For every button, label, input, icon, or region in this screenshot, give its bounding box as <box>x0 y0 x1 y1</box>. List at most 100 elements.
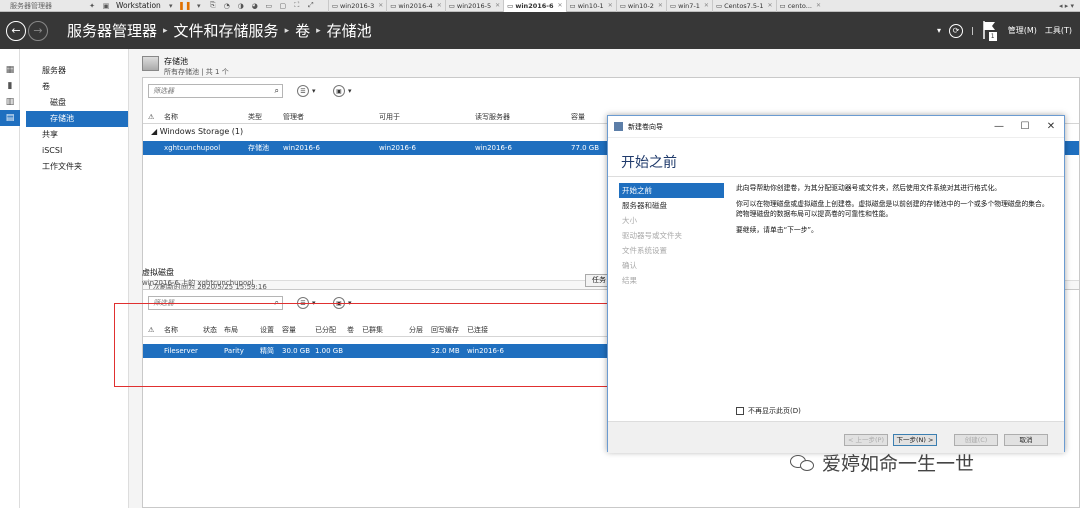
section-subtitle: win2016-6 上的 xghtcunchupool <box>142 279 254 287</box>
tab-scroll-arrows[interactable]: ◂ ▸ ▾ <box>1059 2 1080 10</box>
vm-icon: ▭ <box>715 1 723 10</box>
search-icon[interactable]: ⌕ <box>275 85 279 97</box>
vm-tab[interactable]: ▭ Centos7.5-1 ✕ <box>711 0 776 12</box>
nav-item[interactable]: iSCSI <box>20 143 128 159</box>
cancel-button[interactable]: 取消 <box>1004 434 1048 446</box>
vm-tab[interactable]: ▭ win2016-4 ✕ <box>386 0 444 12</box>
workstation-menu[interactable]: Workstation <box>113 1 164 10</box>
col-header[interactable]: 设置 <box>260 323 274 337</box>
create-button[interactable]: 创建(C) <box>954 434 998 446</box>
nav-item[interactable]: 卷 <box>20 79 128 95</box>
pool-filter-input[interactable]: 筛选器 ⌕ <box>148 84 283 98</box>
close-icon[interactable]: ✕ <box>1038 121 1064 132</box>
save-query-button[interactable]: ▣ ▾ <box>333 85 352 97</box>
breadcrumb-item[interactable]: 服务器管理器 <box>67 20 157 41</box>
col-header[interactable]: 分层 <box>409 323 423 337</box>
refresh-icon[interactable]: ⟳ <box>949 23 963 38</box>
vm-tab[interactable]: ▭ win2016-5 ✕ <box>444 0 503 12</box>
vm-tab[interactable]: ▭ win10-1 ✕ <box>565 0 616 12</box>
search-icon[interactable]: ⌕ <box>275 297 279 309</box>
tools-menu[interactable]: 工具(T) <box>1045 25 1072 36</box>
storage-pools-header: 存储池 所有存储池 | 共 1 个 <box>142 56 229 77</box>
nav-item[interactable]: 服务器 <box>20 63 128 79</box>
vm-icon: ▭ <box>507 1 514 10</box>
col-header[interactable]: 卷 <box>347 323 354 337</box>
col-header[interactable]: 已分配 <box>315 323 336 337</box>
body-paragraph: 你可以在物理磁盘或虚拟磁盘上创建卷。虚拟磁盘是以前创建的存储池中的一个或多个物理… <box>736 200 1049 218</box>
manage-snapshots-icon[interactable]: ◕ <box>250 1 260 10</box>
nav-item[interactable]: 工作文件夹 <box>20 159 128 175</box>
previous-button[interactable]: < 上一步(P) <box>844 434 888 446</box>
wizard-step[interactable]: 服务器和磁盘 <box>619 198 724 213</box>
col-header[interactable]: 类型 <box>248 110 262 124</box>
close-tab-icon[interactable]: ✕ <box>558 2 563 9</box>
close-tab-icon[interactable]: ✕ <box>658 2 663 9</box>
vm-tab[interactable]: ▭ win7-1 ✕ <box>665 0 712 12</box>
revert-snapshot-icon[interactable]: ◑ <box>236 1 246 10</box>
col-header[interactable]: 名称 <box>164 323 178 337</box>
col-header[interactable]: 名称 <box>164 110 178 124</box>
close-tab-icon[interactable]: ✕ <box>378 2 383 9</box>
nav-item[interactable]: 共享 <box>20 127 128 143</box>
unity-icon[interactable]: ▢ <box>278 1 288 10</box>
dashboard-icon[interactable]: ▦ <box>0 62 20 78</box>
refresh-dropdown-icon[interactable]: ▾ <box>937 26 941 35</box>
close-tab-icon[interactable]: ✕ <box>816 2 821 9</box>
close-tab-icon[interactable]: ✕ <box>768 2 773 9</box>
pause-icon[interactable]: ❚❚ <box>178 1 191 10</box>
col-header[interactable]: 管理者 <box>283 110 304 124</box>
close-tab-icon[interactable]: ✕ <box>437 2 442 9</box>
stretch-icon[interactable]: ⤢ <box>306 1 316 10</box>
notifications-flag-icon[interactable]: 1 <box>982 20 1000 42</box>
nav-item[interactable]: 存储池 <box>26 111 128 127</box>
dropdown-icon[interactable]: ▾ <box>166 1 176 10</box>
vm-tab[interactable]: ▭ win10-2 ✕ <box>615 0 666 12</box>
forward-button[interactable]: → <box>28 20 48 41</box>
vm-tab[interactable]: ▭ win2016-3 ✕ <box>327 0 386 12</box>
close-tab-icon[interactable]: ✕ <box>704 2 709 9</box>
vm-tab[interactable]: ▭ win2016-6 ✕ <box>503 0 566 12</box>
save-query-button[interactable]: ▣ ▾ <box>333 297 352 309</box>
col-header[interactable]: 容量 <box>282 323 296 337</box>
vdisk-table-header: ⚠ 名称 状态 布局 设置 容量 已分配 卷 已群集 分层 回写缓存 已连接 <box>143 323 613 337</box>
vm-icon: ▭ <box>669 1 677 10</box>
manage-menu[interactable]: 管理(M) <box>1008 25 1037 36</box>
col-header[interactable]: 布局 <box>224 323 238 337</box>
close-tab-icon[interactable]: ✕ <box>495 2 500 9</box>
table-row[interactable]: Fileserver Parity 精简 30.0 GB 1.00 GB 32.… <box>143 344 608 358</box>
wizard-step[interactable]: 开始之前 <box>619 183 724 198</box>
col-header[interactable]: 已连接 <box>467 323 488 337</box>
col-header[interactable]: 容量 <box>571 110 585 124</box>
breadcrumb-item[interactable]: 存储池 <box>327 20 372 41</box>
vm-tab[interactable]: ▭ cento... ✕ <box>775 0 825 12</box>
next-button[interactable]: 下一步(N) > <box>893 434 937 446</box>
close-tab-icon[interactable]: ✕ <box>608 2 613 9</box>
local-server-icon[interactable]: ▮ <box>0 78 20 94</box>
snapshot-icon[interactable]: ◔ <box>222 1 232 10</box>
pin-icon[interactable]: ✦ <box>87 1 97 10</box>
back-button[interactable]: ← <box>6 20 26 41</box>
col-header[interactable]: 状态 <box>203 323 217 337</box>
maximize-icon[interactable]: ☐ <box>1012 121 1038 132</box>
col-header[interactable]: 可用于 <box>379 110 400 124</box>
console-view-icon[interactable]: ▭ <box>264 1 274 10</box>
col-header[interactable]: 回写缓存 <box>431 323 459 337</box>
send-keys-icon[interactable]: ⎘ <box>208 1 218 10</box>
fullscreen-icon[interactable]: ⛶ <box>292 1 302 10</box>
col-header[interactable]: 读写服务器 <box>475 110 510 124</box>
power-dropdown-icon[interactable]: ▾ <box>194 1 204 10</box>
vm-icon: ▭ <box>569 1 576 10</box>
breadcrumb-item[interactable]: 卷 <box>295 20 310 41</box>
all-servers-icon[interactable]: ▥ <box>0 94 20 110</box>
dont-show-checkbox[interactable] <box>736 407 744 415</box>
file-storage-icon[interactable]: ▤ <box>0 110 20 126</box>
nav-item[interactable]: 磁盘 <box>20 95 128 111</box>
dont-show-checkbox-row[interactable]: 不再显示此页(D) <box>736 406 801 416</box>
list-view-button[interactable]: ☰ ▾ <box>297 297 316 309</box>
group-header[interactable]: ◢ Windows Storage (1) <box>151 127 243 136</box>
list-view-button[interactable]: ☰ ▾ <box>297 85 316 97</box>
breadcrumb-item[interactable]: 文件和存储服务 <box>174 20 279 41</box>
minimize-icon[interactable]: — <box>986 121 1012 132</box>
col-header[interactable]: 已群集 <box>362 323 383 337</box>
vdisk-filter-input[interactable]: 筛选器 ⌕ <box>148 296 283 310</box>
